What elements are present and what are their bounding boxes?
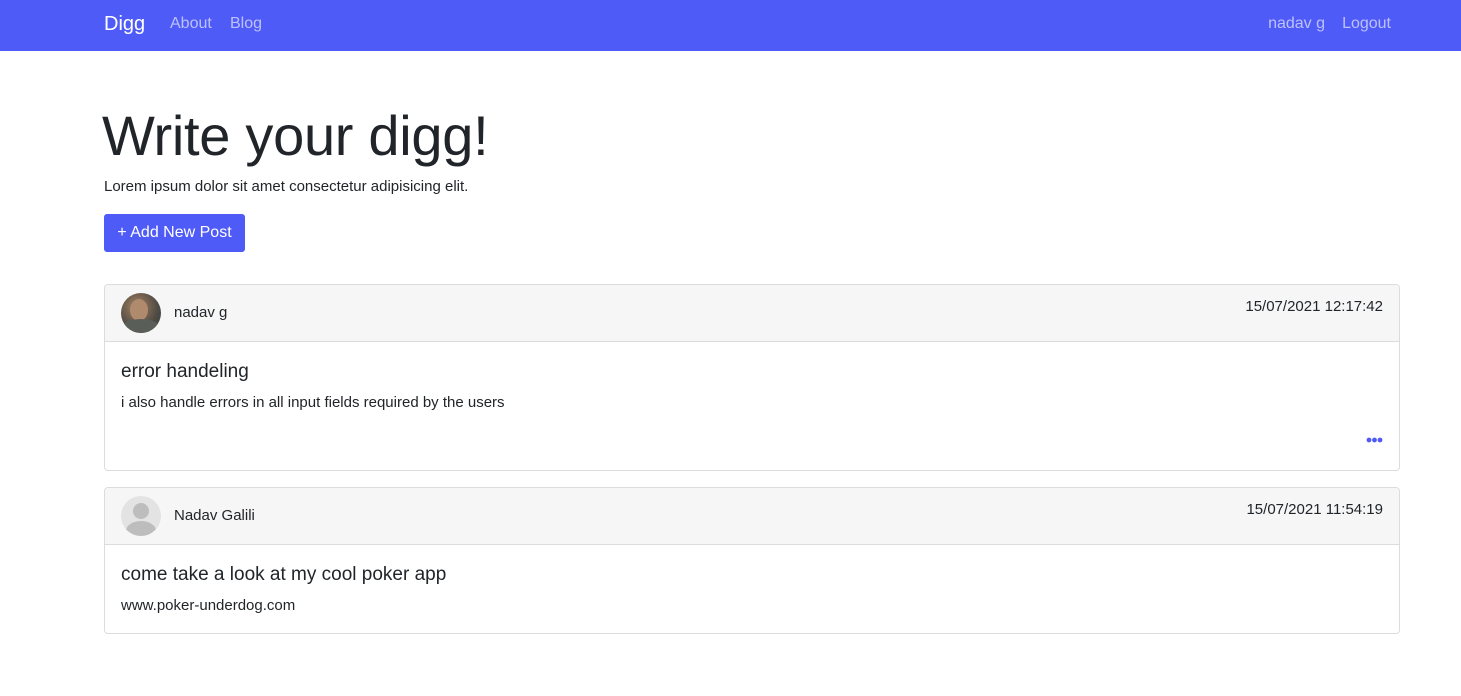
nav-link-about[interactable]: About [170, 14, 212, 34]
nav-link-blog[interactable]: Blog [230, 14, 262, 34]
more-horizontal-icon[interactable] [1366, 436, 1383, 444]
page-subtitle: Lorem ipsum dolor sit amet consectetur a… [104, 178, 469, 195]
post-card-header: nadav g 15/07/2021 12:17:42 [105, 285, 1399, 342]
post-timestamp: 15/07/2021 11:54:19 [1246, 501, 1383, 518]
post-card-header: Nadav Galili 15/07/2021 11:54:19 [105, 488, 1399, 545]
post-body: i also handle errors in all input fields… [121, 394, 505, 411]
post-card: Nadav Galili 15/07/2021 11:54:19 come ta… [104, 487, 1400, 634]
post-body: www.poker-underdog.com [121, 597, 296, 614]
post-author: nadav g [174, 304, 228, 321]
top-navbar: Digg About Blog nadav g Logout [0, 0, 1461, 51]
post-timestamp: 15/07/2021 12:17:42 [1245, 298, 1383, 315]
page-title: Write your digg! [102, 104, 489, 167]
brand-link[interactable]: Digg [104, 11, 145, 37]
post-title: error handeling [121, 361, 249, 382]
default-user-avatar [121, 496, 161, 536]
post-title: come take a look at my cool poker app [121, 564, 447, 585]
post-card: nadav g 15/07/2021 12:17:42 error handel… [104, 284, 1400, 471]
nav-logout-link[interactable]: Logout [1342, 14, 1391, 34]
nav-user-name[interactable]: nadav g [1268, 14, 1325, 34]
user-photo-avatar [121, 293, 161, 333]
post-author: Nadav Galili [174, 507, 255, 524]
add-new-post-button[interactable]: + Add New Post [104, 214, 245, 252]
